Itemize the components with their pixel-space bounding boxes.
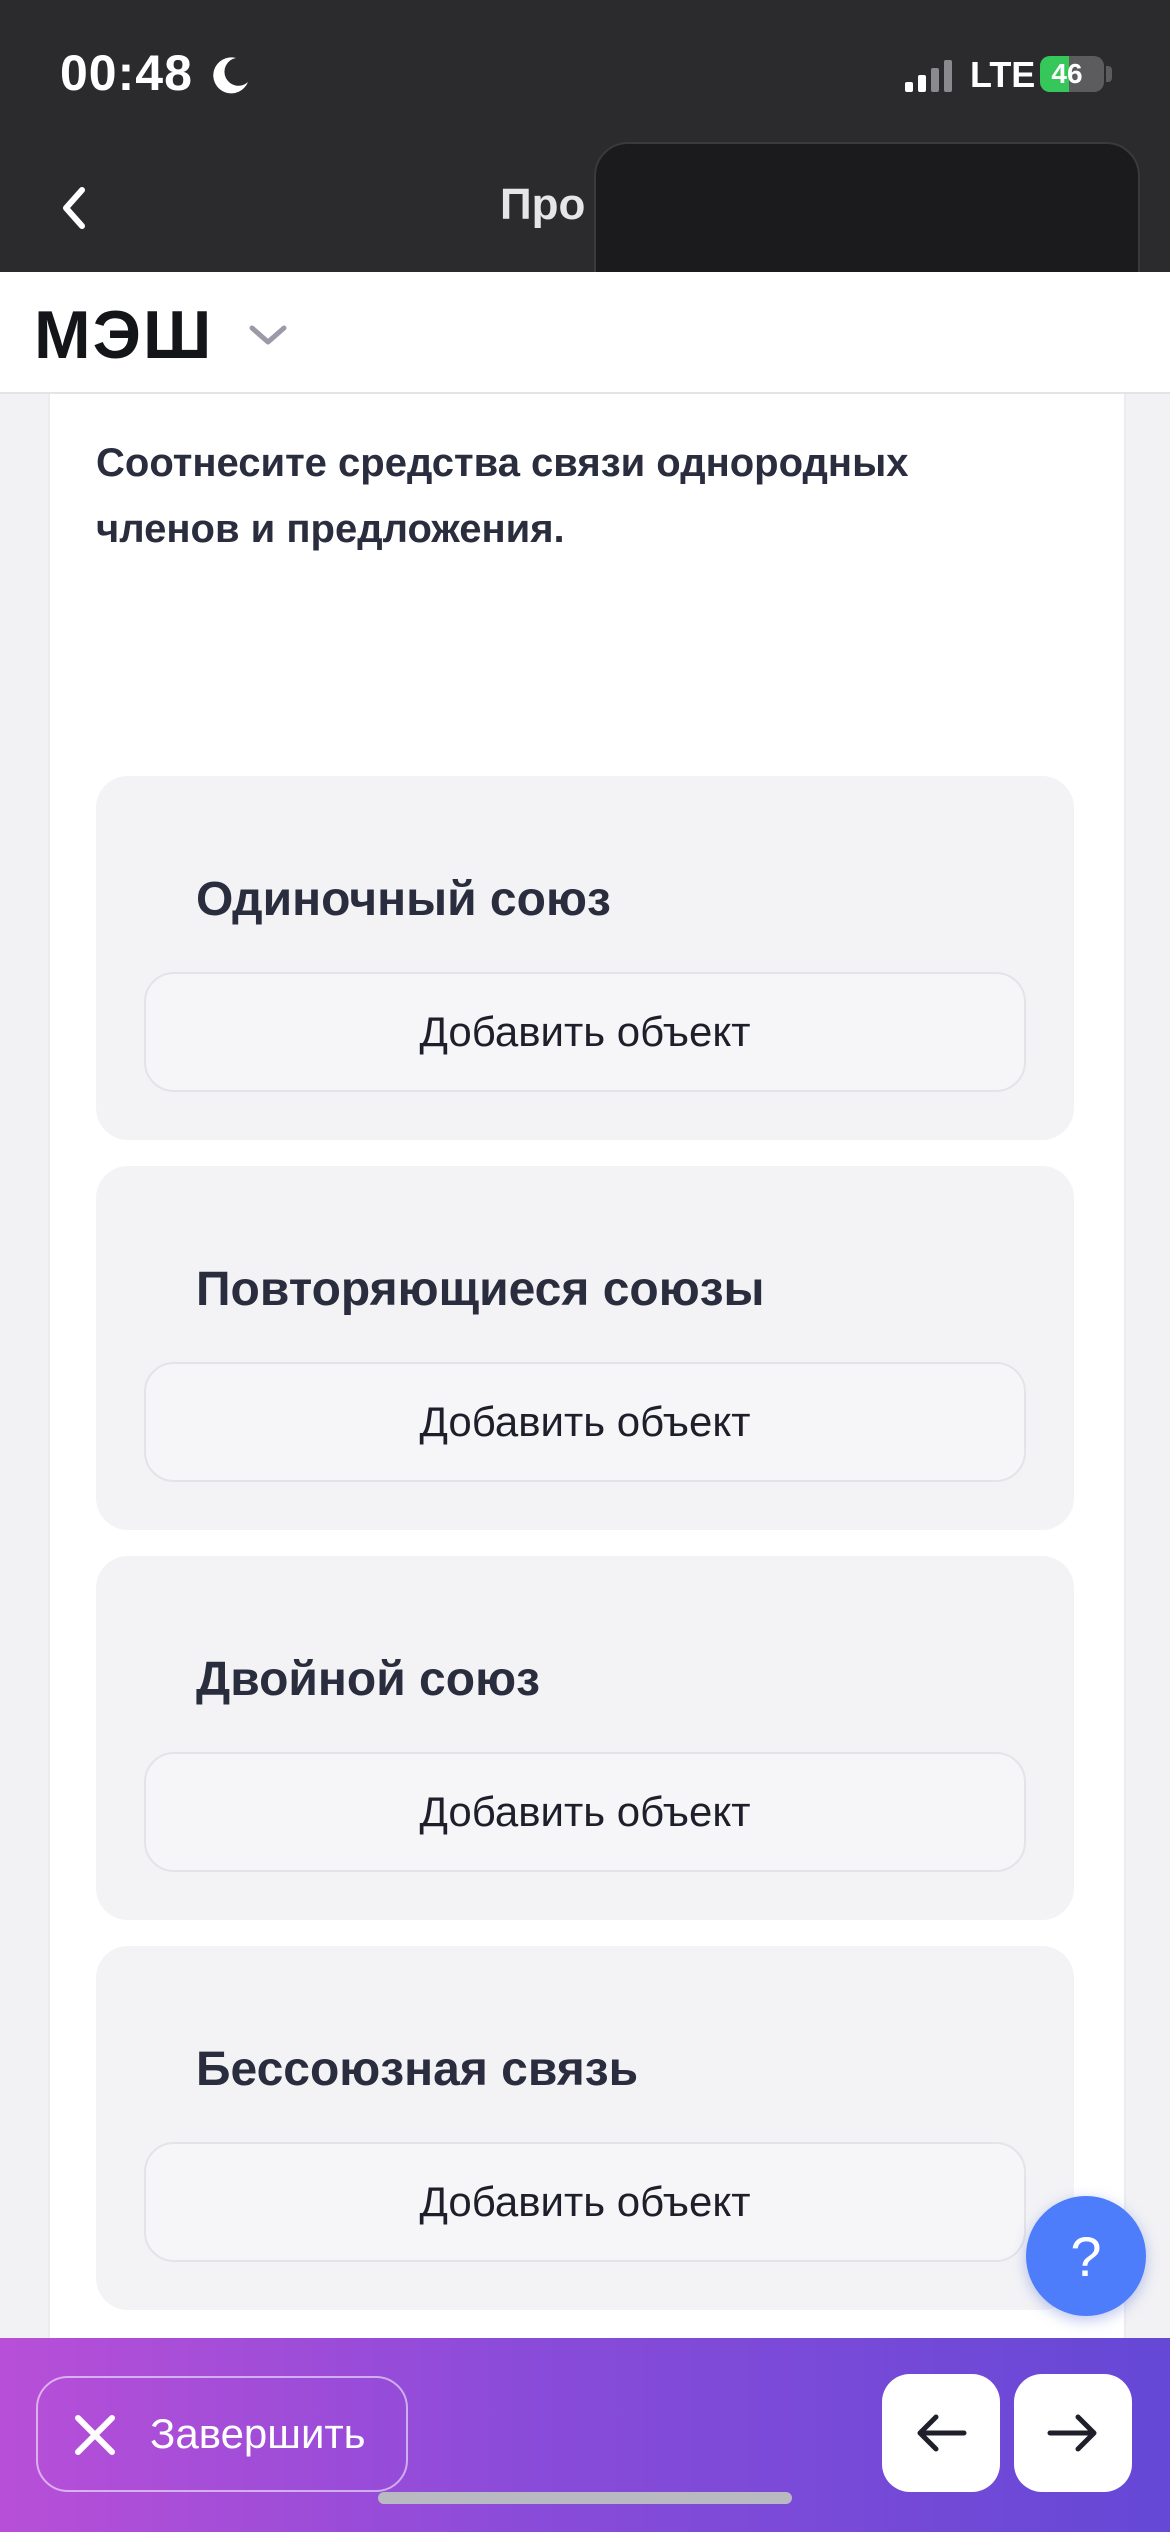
question-text: Соотнесите средства связи однородных чле… [96,441,909,551]
group-title: Одиночный союз [196,873,611,926]
next-button[interactable] [1014,2374,1132,2492]
match-group: Бессоюзная связь Добавить объект [96,1946,1074,2310]
moon-icon [213,57,248,94]
match-group: Повторяющиеся союзы Добавить объект [96,1166,1074,1530]
chevron-left-icon[interactable] [52,172,100,244]
finish-button[interactable]: Завершить [36,2376,408,2492]
battery-level: 46 [1051,58,1083,89]
close-icon [75,2415,115,2455]
add-object-button[interactable]: Добавить объект [144,2142,1026,2262]
battery-tip [1106,66,1112,82]
arrow-right-icon [1047,2414,1097,2452]
arrow-left-icon [917,2414,967,2452]
help-button[interactable]: ? [1026,2196,1146,2316]
finish-label: Завершить [150,2410,366,2457]
add-object-button[interactable]: Добавить объект [144,972,1026,1092]
group-title: Бессоюзная связь [196,2043,639,2096]
home-indicator [378,2492,792,2504]
status-time: 00:48 [60,45,193,101]
match-group: Одиночный союз Добавить объект [96,776,1074,1140]
group-title: Повторяющиеся союзы [196,1263,765,1316]
group-title: Двойной союз [196,1653,540,1706]
add-object-button[interactable]: Добавить объект [144,1752,1026,1872]
signal-icon [905,60,952,92]
chevron-down-icon[interactable] [246,320,290,350]
match-group: Двойной союз Добавить объект [96,1556,1074,1920]
app-logo[interactable]: МЭШ [34,296,213,374]
prev-button[interactable] [882,2374,1000,2492]
add-object-button[interactable]: Добавить объект [144,1362,1026,1482]
battery-indicator: 46 [1040,56,1104,92]
network-type: LTE [970,54,1036,95]
page-title: Про [500,180,586,229]
